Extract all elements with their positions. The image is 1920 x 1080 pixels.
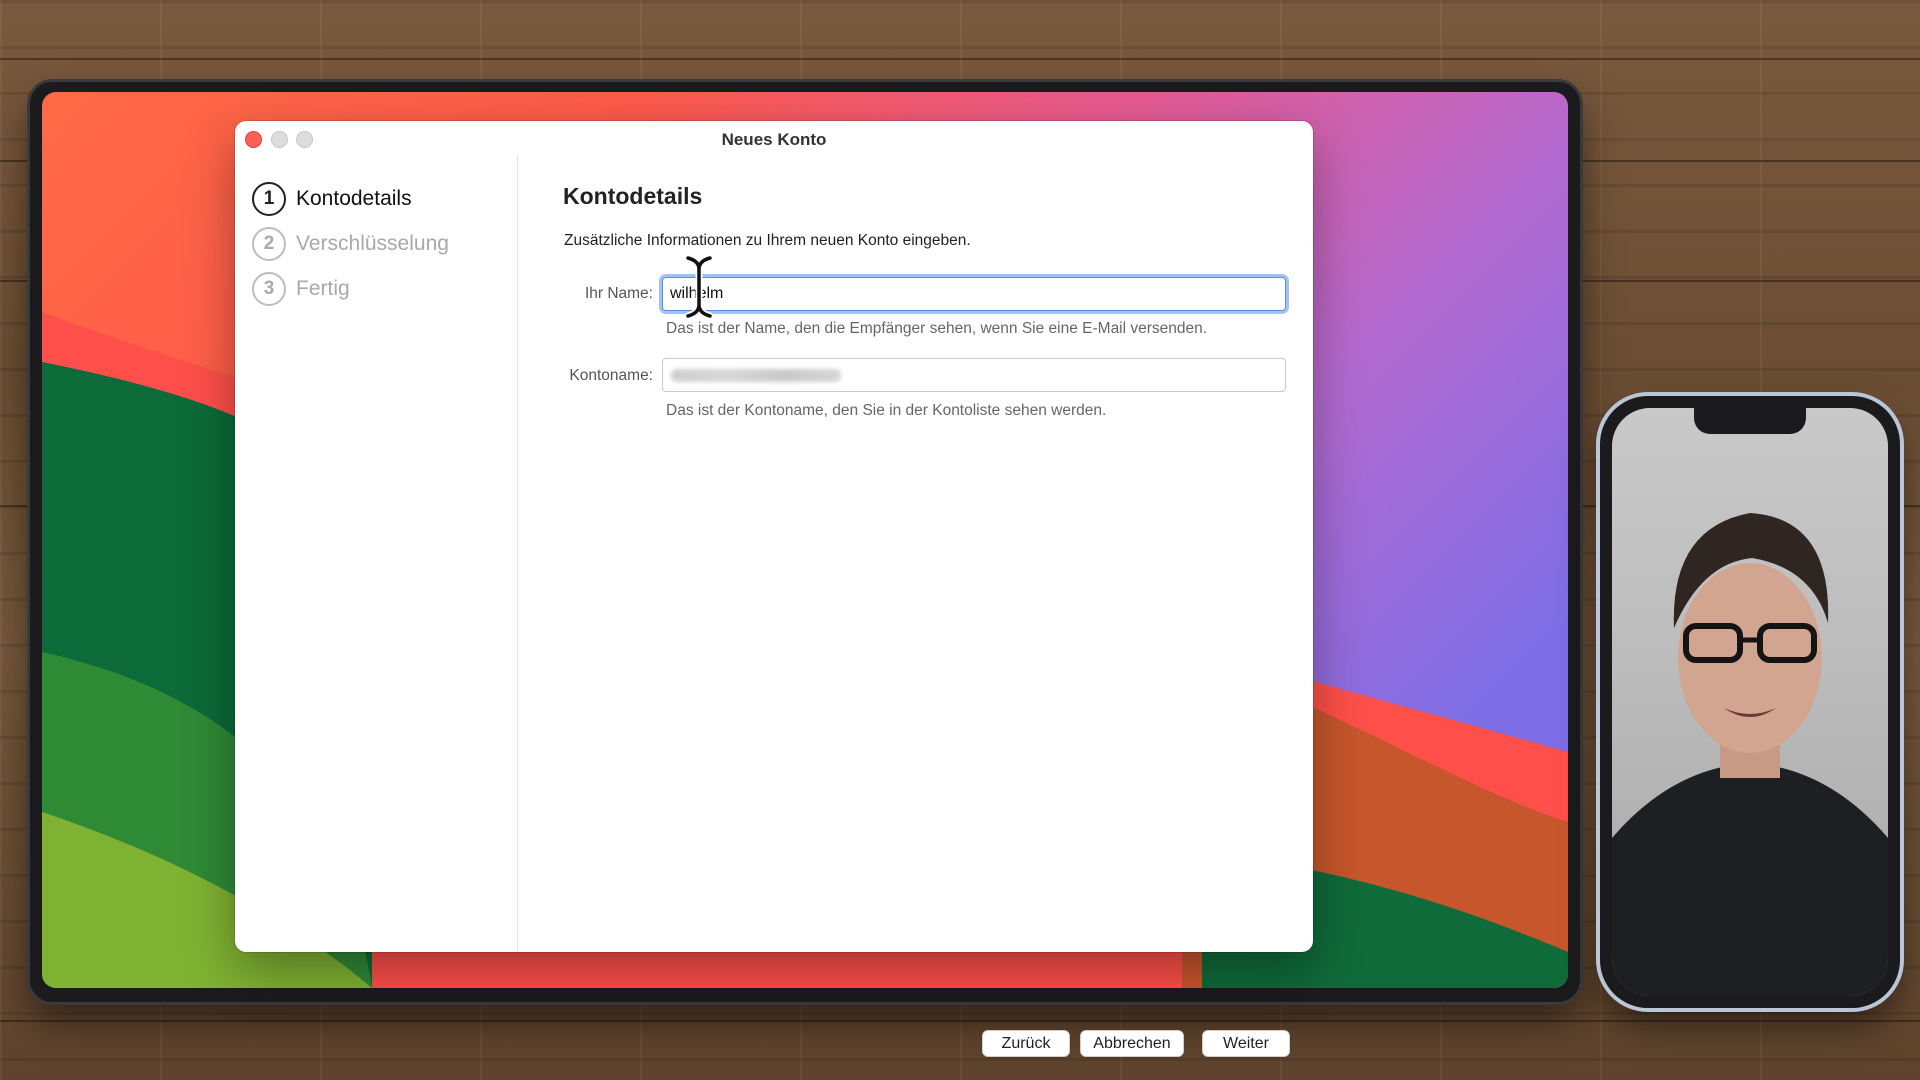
account-details-panel: Kontodetails Zusätzliche Informationen z… (563, 121, 1313, 952)
step-number-icon: 1 (252, 182, 286, 216)
name-input[interactable] (662, 277, 1286, 311)
phone-notch (1694, 408, 1806, 434)
presenter-video (1612, 408, 1888, 996)
name-field-hint: Das ist der Name, den die Empfänger sehe… (666, 320, 1208, 337)
wood-seam (0, 1020, 1920, 1022)
step-label: Kontodetails (296, 187, 412, 210)
step-kontodetails: 1 Kontodetails (252, 180, 412, 218)
step-verschluesselung: 2 Verschlüsselung (252, 225, 449, 263)
name-field-label: Ihr Name: (584, 285, 653, 302)
step-label: Fertig (296, 277, 350, 300)
phone-video-frame (1600, 396, 1900, 1008)
step-label: Verschlüsselung (296, 232, 449, 255)
section-heading: Kontodetails (563, 183, 703, 209)
account-name-label: Kontoname: (569, 367, 653, 384)
section-intro: Zusätzliche Informationen zu Ihrem neuen… (564, 232, 971, 249)
account-name-input[interactable] (662, 358, 1286, 392)
steps-sidebar: 1 Kontodetails 2 Verschlüsselung 3 Ferti… (235, 155, 518, 952)
account-name-hint: Das ist der Kontoname, den Sie in der Ko… (666, 402, 1107, 419)
next-button[interactable]: Weiter (1202, 1030, 1290, 1057)
redacted-account-name (671, 369, 841, 382)
new-account-dialog: Neues Konto 1 Kontodetails 2 Verschlüsse… (235, 121, 1313, 1057)
back-button[interactable]: Zurück (982, 1030, 1070, 1057)
presenter-figure (1612, 513, 1888, 996)
cancel-button[interactable]: Abbrechen (1080, 1030, 1184, 1057)
text-cursor-icon (684, 255, 714, 319)
step-number-icon: 3 (252, 272, 286, 306)
step-fertig: 3 Fertig (252, 270, 350, 308)
step-number-icon: 2 (252, 227, 286, 261)
wood-seam (0, 58, 1920, 60)
